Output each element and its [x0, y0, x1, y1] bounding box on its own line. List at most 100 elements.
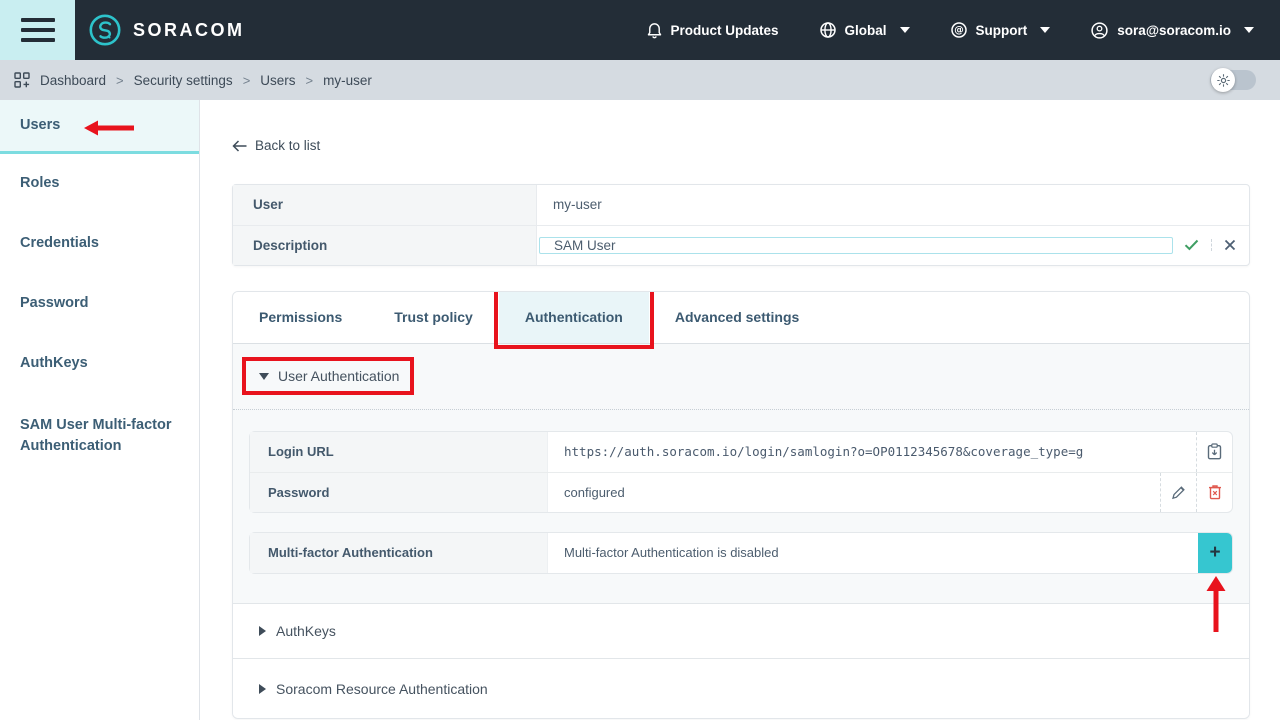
collapse-triangle-icon: [259, 373, 269, 380]
description-label: Description: [233, 226, 537, 265]
resource-authentication-section-title: Soracom Resource Authentication: [276, 681, 488, 697]
sidebar-item-users[interactable]: Users: [0, 100, 199, 154]
mfa-status-value: Multi-factor Authentication is disabled: [548, 533, 1198, 573]
user-authentication-section: User Authentication Login URL https://au…: [233, 344, 1249, 603]
copy-icon: [1207, 443, 1222, 460]
add-mfa-button[interactable]: +: [1198, 533, 1232, 573]
login-url-value: https://auth.soracom.io/login/samlogin?o…: [548, 432, 1196, 472]
tab-authentication[interactable]: Authentication: [499, 292, 649, 343]
breadcrumb-separator: >: [243, 73, 251, 88]
resource-authentication-section-toggle[interactable]: Soracom Resource Authentication: [233, 658, 1249, 719]
tab-trust-policy[interactable]: Trust policy: [368, 292, 499, 343]
description-input[interactable]: [539, 237, 1173, 254]
tab-permissions[interactable]: Permissions: [233, 292, 368, 343]
user-settings-panel: Permissions Trust policy Authentication …: [232, 291, 1250, 719]
soracom-logo-icon: [88, 13, 122, 47]
theme-toggle[interactable]: [1210, 70, 1256, 90]
tab-label: Authentication: [525, 309, 623, 325]
confirm-description-button[interactable]: [1173, 239, 1211, 251]
hamburger-menu-button[interactable]: [0, 0, 75, 60]
soracom-logo[interactable]: SORACOM: [88, 13, 245, 47]
breadcrumb-my-user[interactable]: my-user: [323, 73, 372, 88]
back-to-list-link[interactable]: Back to list: [232, 138, 320, 153]
hamburger-icon: [21, 18, 55, 22]
chevron-down-icon: [1244, 27, 1254, 33]
sidebar-item-label: Users: [20, 115, 60, 136]
sun-icon: [1217, 74, 1230, 87]
user-label: User: [233, 185, 537, 225]
sidebar-item-authkeys[interactable]: AuthKeys: [0, 334, 199, 394]
globe-icon: [819, 21, 837, 39]
theme-toggle-knob: [1211, 68, 1235, 92]
mfa-group: Multi-factor Authentication Multi-factor…: [249, 532, 1233, 574]
support-icon: @: [950, 21, 968, 39]
main-content: Back to list User my-user Description: [200, 100, 1280, 720]
table-row: User my-user: [233, 185, 1249, 225]
sidebar: Users Roles Credentials Password AuthKey…: [0, 100, 200, 720]
breadcrumb-dashboard[interactable]: Dashboard: [40, 73, 106, 88]
authkeys-section-toggle[interactable]: AuthKeys: [233, 603, 1249, 658]
sidebar-item-roles[interactable]: Roles: [0, 154, 199, 214]
sidebar-item-password[interactable]: Password: [0, 274, 199, 334]
back-arrow-icon: [232, 140, 247, 152]
user-authentication-title: User Authentication: [278, 368, 399, 384]
trash-icon: [1208, 484, 1222, 500]
breadcrumb: Dashboard > Security settings > Users > …: [0, 60, 1280, 100]
support-label: Support: [976, 23, 1028, 38]
table-row: Description: [233, 225, 1249, 265]
user-authentication-section-toggle[interactable]: User Authentication: [233, 344, 1249, 410]
back-to-list-label: Back to list: [255, 138, 320, 153]
breadcrumb-separator: >: [306, 73, 314, 88]
breadcrumb-security-settings[interactable]: Security settings: [134, 73, 233, 88]
user-authentication-body: Login URL https://auth.soracom.io/login/…: [233, 410, 1249, 574]
cancel-description-button[interactable]: [1211, 239, 1250, 251]
sidebar-item-label: Credentials: [20, 233, 99, 254]
product-updates-button[interactable]: Product Updates: [646, 21, 779, 40]
check-icon: [1184, 239, 1199, 251]
hamburger-icon: [21, 38, 55, 42]
user-details-table: User my-user Description: [232, 184, 1250, 266]
description-edit-actions: [1173, 239, 1249, 251]
authkeys-section-title: AuthKeys: [276, 623, 336, 639]
sidebar-item-credentials[interactable]: Credentials: [0, 214, 199, 274]
sidebar-item-label: AuthKeys: [20, 353, 88, 374]
dashboard-grid-icon: [14, 72, 30, 88]
navbar-menu: Product Updates Global @ Support: [646, 21, 1280, 40]
sidebar-item-label: Password: [20, 293, 89, 314]
tab-label: Permissions: [259, 309, 342, 325]
brand-name: SORACOM: [133, 20, 245, 41]
tab-label: Trust policy: [394, 309, 473, 325]
breadcrumb-users[interactable]: Users: [260, 73, 295, 88]
edit-password-button[interactable]: [1160, 473, 1196, 512]
tab-label: Advanced settings: [675, 309, 799, 325]
password-row: Password configured: [250, 472, 1232, 512]
product-updates-label: Product Updates: [671, 23, 779, 38]
chevron-down-icon: [900, 27, 910, 33]
user-value: my-user: [537, 185, 1249, 225]
description-value-cell: [537, 226, 1249, 265]
delete-password-button[interactable]: [1196, 473, 1232, 512]
close-icon: [1224, 239, 1236, 251]
tab-advanced-settings[interactable]: Advanced settings: [649, 292, 825, 343]
account-email-label: sora@soracom.io: [1117, 23, 1231, 38]
sidebar-item-label: SAM User Multi-factor Authentication: [20, 415, 181, 457]
user-authentication-title-wrap: User Authentication: [259, 368, 399, 384]
sidebar-item-label: Roles: [20, 173, 60, 194]
user-circle-icon: [1090, 21, 1109, 40]
login-url-label: Login URL: [250, 432, 548, 472]
pencil-icon: [1171, 485, 1186, 500]
account-menu[interactable]: sora@soracom.io: [1090, 21, 1254, 40]
breadcrumb-separator: >: [116, 73, 124, 88]
sidebar-item-sam-user-mfa[interactable]: SAM User Multi-factor Authentication: [0, 394, 199, 478]
login-url-row: Login URL https://auth.soracom.io/login/…: [250, 432, 1232, 472]
copy-login-url-button[interactable]: [1196, 432, 1232, 472]
password-value: configured: [548, 473, 1160, 512]
svg-text:@: @: [954, 25, 964, 36]
tab-bar: Permissions Trust policy Authentication …: [233, 292, 1249, 344]
login-credentials-group: Login URL https://auth.soracom.io/login/…: [249, 431, 1233, 513]
coverage-label: Global: [845, 23, 887, 38]
support-menu[interactable]: @ Support: [950, 21, 1051, 39]
bell-icon: [646, 21, 663, 40]
hamburger-icon: [21, 28, 55, 32]
coverage-selector[interactable]: Global: [819, 21, 910, 39]
